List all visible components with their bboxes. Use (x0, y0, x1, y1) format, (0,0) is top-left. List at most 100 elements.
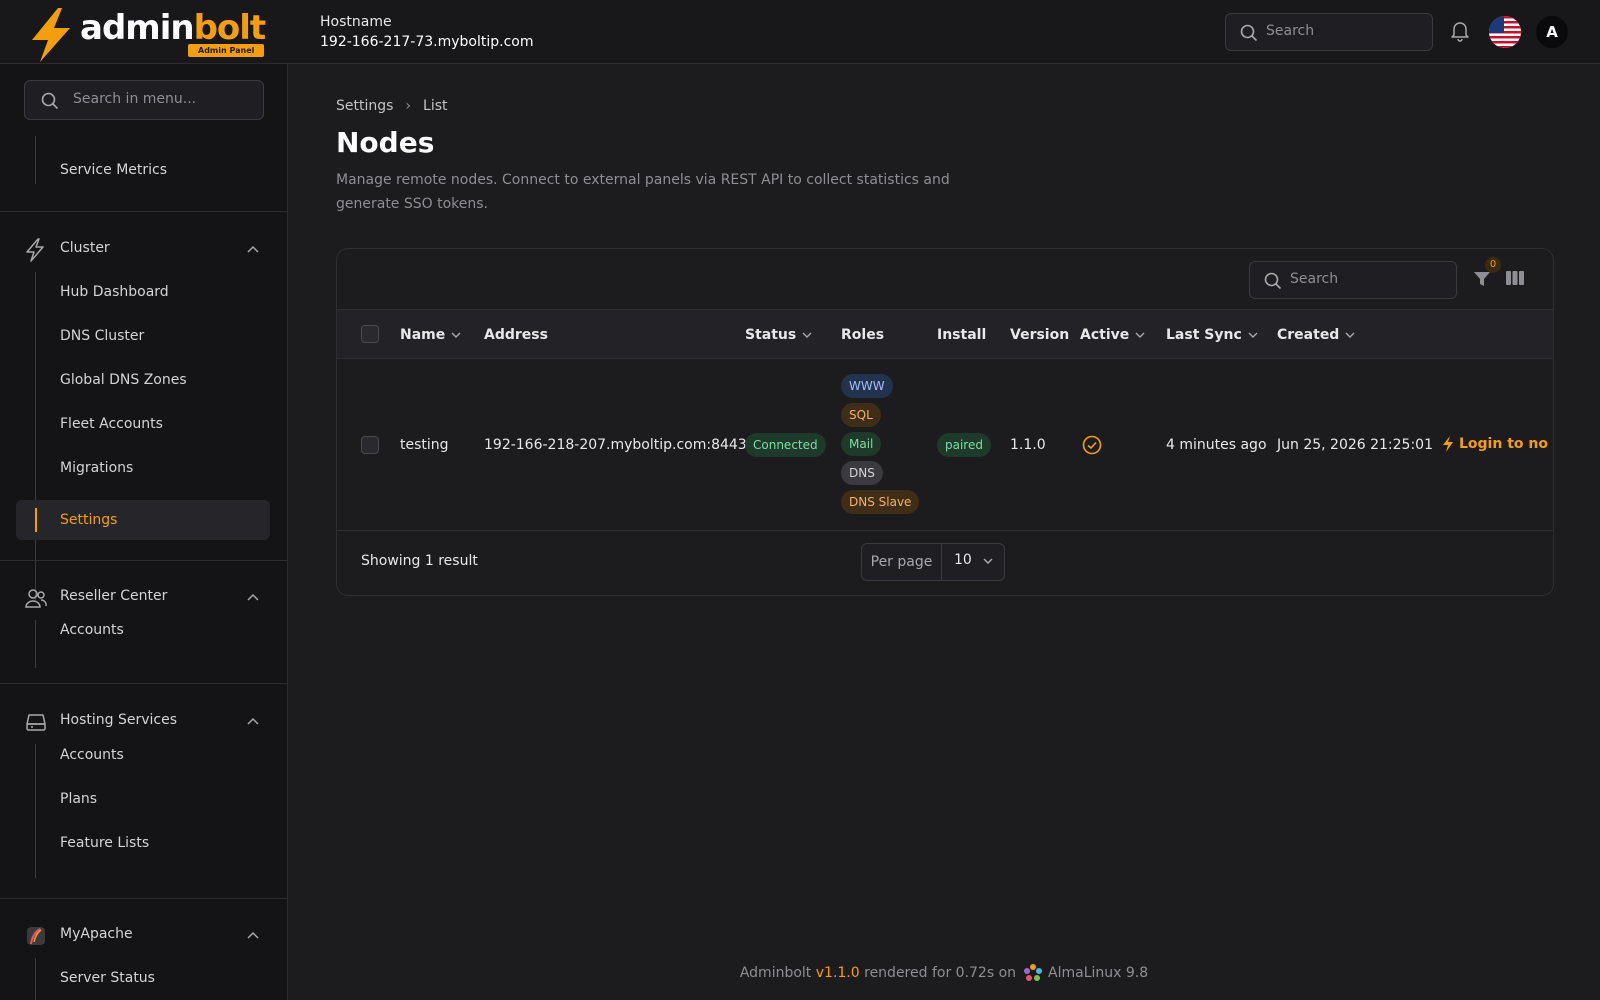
almalinux-logo-icon (1024, 964, 1043, 981)
adminbolt-logo[interactable]: adminbolt Admin Panel (28, 6, 268, 62)
page-footer: Adminbolt v1.1.0 rendered for 0.72s on Al… (288, 962, 1600, 984)
node-version: 1.1.0 (1010, 437, 1046, 453)
install-badge: paired (937, 433, 991, 457)
sidebar-group-cluster[interactable]: Cluster (24, 238, 264, 262)
sidebar: Service Metrics Cluster Hub Dashboard DN… (0, 64, 288, 1000)
column-last-sync[interactable]: Last Sync (1166, 325, 1258, 345)
user-avatar[interactable]: A (1536, 16, 1568, 48)
column-install: Install (937, 327, 987, 343)
chevron-right-icon: › (405, 98, 412, 114)
table-search[interactable] (1249, 261, 1457, 299)
column-status[interactable]: Status (745, 325, 812, 345)
tree-line (35, 620, 36, 668)
sidebar-active-indicator (35, 508, 37, 532)
footer-brand: Adminbolt (739, 965, 812, 981)
menu-search[interactable] (24, 80, 264, 120)
tree-line (35, 272, 36, 600)
sidebar-item-plans[interactable]: Plans (60, 789, 97, 809)
column-created[interactable]: Created (1277, 325, 1355, 345)
sidebar-item-dns-cluster[interactable]: DNS Cluster (60, 326, 144, 346)
column-name[interactable]: Name (400, 325, 461, 345)
chevron-down-icon (983, 558, 993, 565)
tree-line (35, 744, 36, 878)
us-flag-icon[interactable] (1489, 16, 1521, 48)
tree-line (35, 136, 36, 184)
hostname-label: Hostname (320, 14, 392, 30)
sidebar-divider (0, 683, 287, 684)
top-bar: adminbolt Admin Panel Hostname 192-166-2… (0, 0, 1600, 64)
global-search-input[interactable] (1266, 23, 1426, 39)
sidebar-group-reseller-center[interactable]: Reseller Center (24, 586, 264, 610)
users-icon (25, 589, 47, 608)
sidebar-group-label: Cluster (60, 240, 110, 256)
table-footer: Showing 1 result Per page 10 (337, 531, 1553, 595)
created-date: Jun 25, 2026 21:25:01 (1277, 437, 1433, 453)
breadcrumb-list: List (423, 98, 448, 114)
menu-search-input[interactable] (73, 91, 253, 107)
sort-chevron-icon (451, 332, 461, 338)
role-badge-mail: Mail (841, 432, 882, 456)
chevron-up-icon (247, 593, 259, 601)
role-badge-dns-slave: DNS Slave (841, 490, 920, 514)
footer-rendered: rendered for 0.72s on (864, 965, 1017, 981)
column-roles: Roles (841, 327, 885, 343)
breadcrumb-settings[interactable]: Settings (336, 98, 393, 114)
page-description: Manage remote nodes. Connect to external… (336, 172, 950, 212)
server-icon (26, 714, 46, 731)
chevron-up-icon (247, 717, 259, 725)
sidebar-item-server-status[interactable]: Server Status (60, 968, 155, 988)
sidebar-item-hosting-accounts[interactable]: Accounts (60, 745, 124, 765)
sort-chevron-icon (1135, 332, 1145, 338)
sidebar-item-global-dns-zones[interactable]: Global DNS Zones (60, 370, 187, 390)
row-checkbox[interactable] (361, 436, 379, 454)
sidebar-item-migrations[interactable]: Migrations (60, 458, 133, 478)
sidebar-active-highlight (16, 500, 270, 540)
per-page-label: Per page (862, 544, 942, 580)
search-icon (1240, 24, 1258, 42)
logo-wordmark: adminbolt (80, 8, 266, 48)
column-version: Version (1010, 327, 1070, 343)
sidebar-divider (0, 560, 287, 561)
node-address: 192-166-218-207.myboltip.com:8443 (484, 437, 747, 453)
bell-icon[interactable] (1450, 20, 1470, 42)
active-check-icon (1082, 435, 1102, 455)
global-search[interactable] (1225, 13, 1433, 51)
sidebar-item-hub-dashboard[interactable]: Hub Dashboard (60, 282, 169, 302)
search-icon (41, 92, 59, 110)
column-active[interactable]: Active (1080, 325, 1145, 345)
per-page-select[interactable]: Per page 10 (861, 543, 1005, 581)
bolt-icon (1443, 436, 1453, 452)
select-all-checkbox[interactable] (361, 325, 379, 343)
footer-os: AlmaLinux 9.8 (1048, 965, 1149, 981)
results-count: Showing 1 result (361, 553, 478, 569)
sidebar-group-myapache[interactable]: MyApache (24, 924, 264, 948)
sidebar-item-fleet-accounts[interactable]: Fleet Accounts (60, 414, 163, 434)
sidebar-divider (0, 898, 287, 899)
node-name: testing (400, 437, 449, 453)
sidebar-group-hosting-services[interactable]: Hosting Services (24, 710, 264, 734)
hostname-block: Hostname 192-166-217-73.myboltip.com (320, 12, 533, 52)
role-badge-www: WWW (841, 374, 893, 398)
search-icon (1264, 272, 1282, 290)
nodes-table-card: 0 Name Address Status Roles Install Vers… (336, 248, 1554, 596)
bolt-logo-icon (32, 8, 70, 62)
sidebar-item-reseller-accounts[interactable]: Accounts (60, 620, 124, 640)
sidebar-divider (0, 211, 287, 212)
columns-icon[interactable] (1505, 269, 1525, 287)
footer-version: v1.1.0 (815, 965, 860, 981)
table-toolbar: 0 (337, 249, 1553, 310)
login-to-node-link[interactable]: Login to no (1441, 435, 1548, 453)
sidebar-item-settings[interactable]: Settings (60, 510, 117, 530)
page-title: Nodes (336, 126, 435, 159)
table-row: testing 192-166-218-207.myboltip.com:844… (337, 359, 1553, 531)
roles-list: WWW SQL Mail DNS DNS Slave (841, 374, 931, 519)
table-search-input[interactable] (1290, 271, 1450, 287)
sort-chevron-icon (1248, 332, 1258, 338)
filter-count-badge: 0 (1485, 257, 1501, 273)
tree-line (35, 958, 36, 1000)
sidebar-item-feature-lists[interactable]: Feature Lists (60, 833, 149, 853)
table-header: Name Address Status Roles Install Versio… (337, 310, 1553, 359)
breadcrumb: Settings › List (336, 96, 448, 116)
bolt-icon (26, 238, 44, 262)
sidebar-item-service-metrics[interactable]: Service Metrics (60, 160, 167, 180)
